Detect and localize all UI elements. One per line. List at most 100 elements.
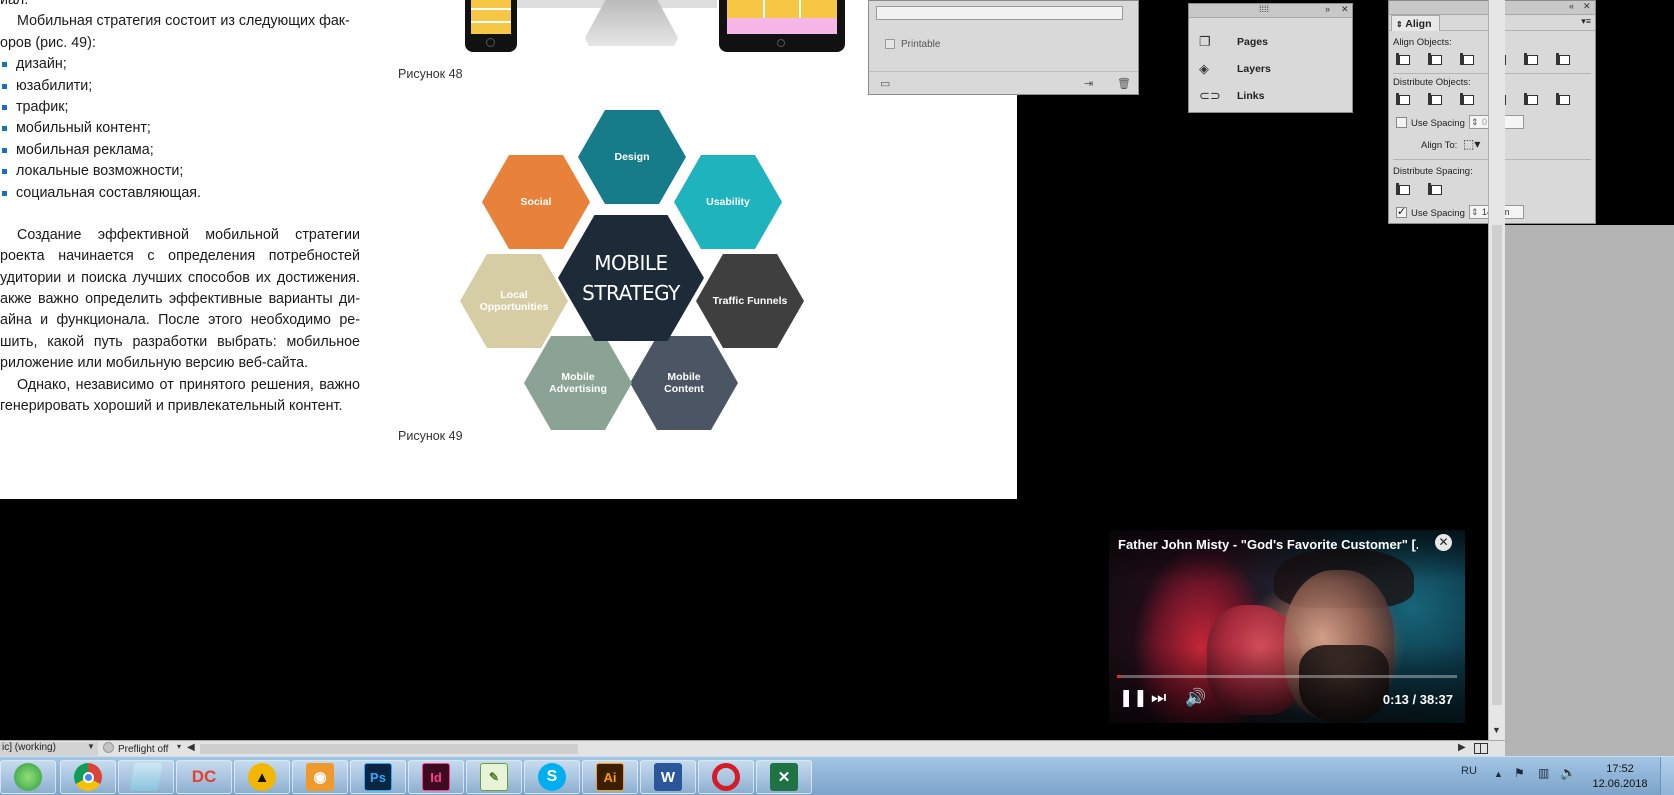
text-line: шить, какой путь разработки выбрать: моб… xyxy=(0,333,360,350)
progress-bar[interactable] xyxy=(1117,675,1457,678)
bullet-item: трафик; xyxy=(0,97,360,118)
taskbar-app-dc[interactable]: DC xyxy=(176,760,232,794)
pasteboard xyxy=(1505,225,1674,725)
dropdown-arrow-icon[interactable]: ▼ xyxy=(87,742,95,751)
bullet-item: локальные возможности; xyxy=(0,161,360,182)
bullet-item: социальная составляющая. xyxy=(0,183,360,204)
text-line: Мобильная стратегия состоит из следующих… xyxy=(17,13,350,30)
pages-layers-links-panel: ⁞⁞⁞⁞ » ✕ ❐ Pages ◈ Layers ⊂⊃ Links xyxy=(1188,3,1353,113)
dc-icon: DC xyxy=(191,767,217,786)
taskbar-app-notepad[interactable]: ✎ xyxy=(466,760,522,794)
collapse-icon[interactable]: « xyxy=(1569,1,1574,11)
progress-fill xyxy=(1117,675,1122,678)
grip-icon[interactable]: ⁞⁞⁞⁞ xyxy=(1259,4,1269,14)
close-icon[interactable]: ✕ xyxy=(1435,534,1452,551)
distribute-horizontal-space-icon[interactable] xyxy=(1426,181,1442,197)
word-icon: W xyxy=(654,763,682,791)
screen-mode-icon[interactable]: ▭ xyxy=(880,77,890,90)
chrome-icon xyxy=(74,763,102,791)
taskbar-app-indesign[interactable]: Id xyxy=(408,760,464,794)
horizontal-scroll-thumb[interactable] xyxy=(200,744,578,754)
hex-label: Mobile Content xyxy=(664,370,704,396)
align-to-label: Align To: xyxy=(1421,140,1458,151)
close-icon[interactable]: ✕ xyxy=(1341,4,1349,15)
layer-name-field[interactable] xyxy=(876,6,1123,20)
hex-local-opportunities: Local Opportunities xyxy=(460,254,568,348)
split-window-icon[interactable] xyxy=(1474,743,1488,754)
language-indicator[interactable]: RU xyxy=(1461,765,1477,795)
taskbar-app-illustrator[interactable]: Ai xyxy=(582,760,638,794)
action-center-icon[interactable]: ⚑ xyxy=(1514,766,1525,795)
tab-align[interactable]: ⇕ Align xyxy=(1391,15,1441,31)
hex-center-line: STRATEGY xyxy=(582,281,680,305)
taskbar-app-warning[interactable]: ▲ xyxy=(234,760,290,794)
align-to-selection-icon[interactable]: ⬚▾ xyxy=(1463,137,1480,151)
hex-traffic-funnels: Traffic Funnels xyxy=(696,254,804,348)
network-icon[interactable]: ▥ xyxy=(1538,766,1549,795)
taskbar-app-globe[interactable] xyxy=(0,760,56,794)
opera-icon xyxy=(712,763,740,791)
panel-menu-icon[interactable]: ▾≡ xyxy=(1581,16,1591,27)
text-line: риложение или мобильную версию веб-сайта… xyxy=(0,355,309,372)
taskbar-app-photoshop[interactable]: Ps xyxy=(350,760,406,794)
volume-icon[interactable]: 🔈 xyxy=(1560,765,1576,795)
preflight-menu-icon[interactable]: ▾ xyxy=(177,742,181,751)
align-right-icon[interactable] xyxy=(1458,51,1474,67)
show-desktop-button[interactable] xyxy=(1660,757,1674,795)
panel-titlebar[interactable]: ⁞⁞⁞⁞ » ✕ xyxy=(1189,4,1352,18)
use-spacing-objects-checkbox[interactable] xyxy=(1396,117,1407,128)
preflight-status[interactable]: Preflight off xyxy=(103,742,168,755)
panel-footer: ▭ ⇥ 🗑 xyxy=(869,71,1138,95)
distribute-top-icon[interactable] xyxy=(1394,91,1410,107)
phone-image xyxy=(465,0,517,52)
indesign-icon: Id xyxy=(422,763,450,791)
vertical-scrollbar[interactable]: ▼ xyxy=(1488,0,1505,740)
next-icon[interactable]: ⏭ xyxy=(1151,688,1166,708)
use-spacing-checkbox[interactable] xyxy=(1396,205,1407,218)
text-line: генерировать хороший и привлекательный к… xyxy=(0,398,343,415)
taskbar-app-chrome[interactable] xyxy=(60,760,116,794)
text-line: роекта начинается с определения потребно… xyxy=(0,248,360,265)
bullet-item: мобильный контент; xyxy=(0,118,360,139)
distribute-vertical-space-icon[interactable] xyxy=(1394,181,1410,197)
printable-checkbox[interactable] xyxy=(885,39,895,49)
taskbar-app-eye[interactable]: ◉ xyxy=(292,760,348,794)
taskbar-app-opera[interactable] xyxy=(698,760,754,794)
mini-video-player[interactable]: Father John Misty - "God's Favorite Cust… xyxy=(1109,530,1465,723)
distribute-bottom-icon[interactable] xyxy=(1458,91,1474,107)
scroll-down-icon[interactable]: ▼ xyxy=(1492,725,1501,735)
panel-item-layers[interactable]: ◈ Layers xyxy=(1199,60,1271,78)
taskbar-app-skype[interactable]: S xyxy=(524,760,580,794)
distribute-vertical-center-icon[interactable] xyxy=(1426,91,1442,107)
distribute-right-icon[interactable] xyxy=(1554,91,1570,107)
playback-time: 0:13 / 38:37 xyxy=(1382,692,1453,707)
text-line: Создание эффективной мобильной стратегии xyxy=(17,226,360,243)
align-horizontal-center-icon[interactable] xyxy=(1426,51,1442,67)
distribute-horizontal-center-icon[interactable] xyxy=(1522,91,1538,107)
scroll-left-icon[interactable]: ◀ xyxy=(187,742,195,753)
move-to-layer-icon[interactable]: ⇥ xyxy=(1084,77,1093,90)
text-line: иал. xyxy=(0,0,29,8)
taskbar-app-files[interactable] xyxy=(118,760,174,794)
panel-item-links[interactable]: ⊂⊃ Links xyxy=(1199,87,1264,105)
align-left-icon[interactable] xyxy=(1394,51,1410,67)
text-line: Однако, независимо от принятого решения,… xyxy=(17,376,360,393)
layers-icon: ◈ xyxy=(1199,61,1209,76)
panel-item-label: Layers xyxy=(1237,63,1271,75)
tray-expand-icon[interactable]: ▲ xyxy=(1494,769,1503,795)
align-bottom-icon[interactable] xyxy=(1554,51,1570,67)
taskbar-app-excel[interactable]: ✕ xyxy=(756,760,812,794)
system-clock[interactable]: 17:52 12.06.2018 xyxy=(1590,762,1650,792)
status-bar: ic] (working) ▼ Preflight off ▾ ◀ ▶ xyxy=(0,740,1505,756)
trash-icon[interactable]: 🗑 xyxy=(1117,77,1131,90)
panel-item-pages[interactable]: ❐ Pages xyxy=(1199,33,1268,51)
scroll-right-icon[interactable]: ▶ xyxy=(1458,742,1466,753)
taskbar-app-word[interactable]: W xyxy=(640,760,696,794)
scroll-thumb[interactable] xyxy=(1492,225,1502,705)
align-vertical-center-icon[interactable] xyxy=(1522,51,1538,67)
volume-icon[interactable]: 🔊 xyxy=(1185,688,1206,708)
hex-center-line: MOBILE xyxy=(594,251,668,275)
pause-icon[interactable]: ❚❚ xyxy=(1119,688,1148,708)
collapse-icon[interactable]: » xyxy=(1325,4,1330,14)
close-icon[interactable]: ✕ xyxy=(1583,1,1591,12)
